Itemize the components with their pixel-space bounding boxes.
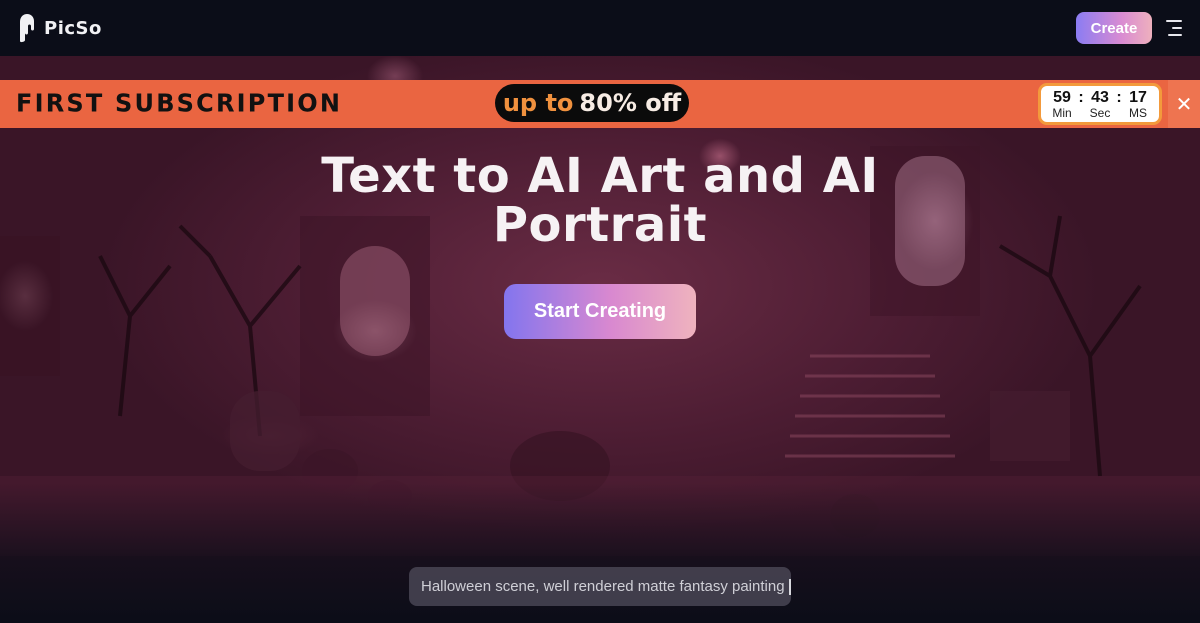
countdown-separator: : xyxy=(1116,89,1122,106)
countdown-separator: : xyxy=(1078,89,1084,106)
minutes-value: 59 xyxy=(1053,89,1071,106)
hero-background xyxy=(0,56,1200,623)
countdown-timer: 59 Min : 43 Sec : 17 MS xyxy=(1038,83,1162,125)
hamburger-menu-icon[interactable] xyxy=(1164,18,1182,38)
offer-value: 80% off xyxy=(579,89,682,117)
start-creating-button[interactable]: Start Creating xyxy=(504,284,696,339)
seconds-value: 43 xyxy=(1091,89,1109,106)
close-icon[interactable]: ✕ xyxy=(1168,80,1200,128)
text-cursor xyxy=(788,578,791,595)
promo-title: FIRST SUBSCRIPTION xyxy=(16,88,343,118)
prompt-text: Halloween scene, well rendered matte fan… xyxy=(421,578,785,595)
prompt-example: Halloween scene, well rendered matte fan… xyxy=(409,567,791,606)
seconds-label: Sec xyxy=(1089,106,1111,120)
top-nav: PicSo Create xyxy=(0,0,1200,56)
offer-prefix: up to xyxy=(502,89,574,117)
countdown-minutes: 59 Min xyxy=(1047,89,1077,120)
ms-label: MS xyxy=(1129,106,1147,120)
hero-title: Text to AI Art and AI Portrait xyxy=(321,148,879,253)
countdown-ms: 17 MS xyxy=(1123,89,1153,120)
logo[interactable]: PicSo xyxy=(16,13,102,43)
promo-offer-pill[interactable]: up to 80% off xyxy=(495,84,689,122)
logo-text: PicSo xyxy=(44,17,102,39)
ms-value: 17 xyxy=(1129,89,1147,106)
countdown-seconds: 43 Sec xyxy=(1085,89,1115,120)
create-button[interactable]: Create xyxy=(1076,12,1152,44)
picso-logo-icon xyxy=(20,14,34,43)
minutes-label: Min xyxy=(1052,106,1072,120)
promo-banner: FIRST SUBSCRIPTION up to 80% off 59 Min … xyxy=(0,80,1200,128)
header-actions: Create xyxy=(1076,12,1182,44)
